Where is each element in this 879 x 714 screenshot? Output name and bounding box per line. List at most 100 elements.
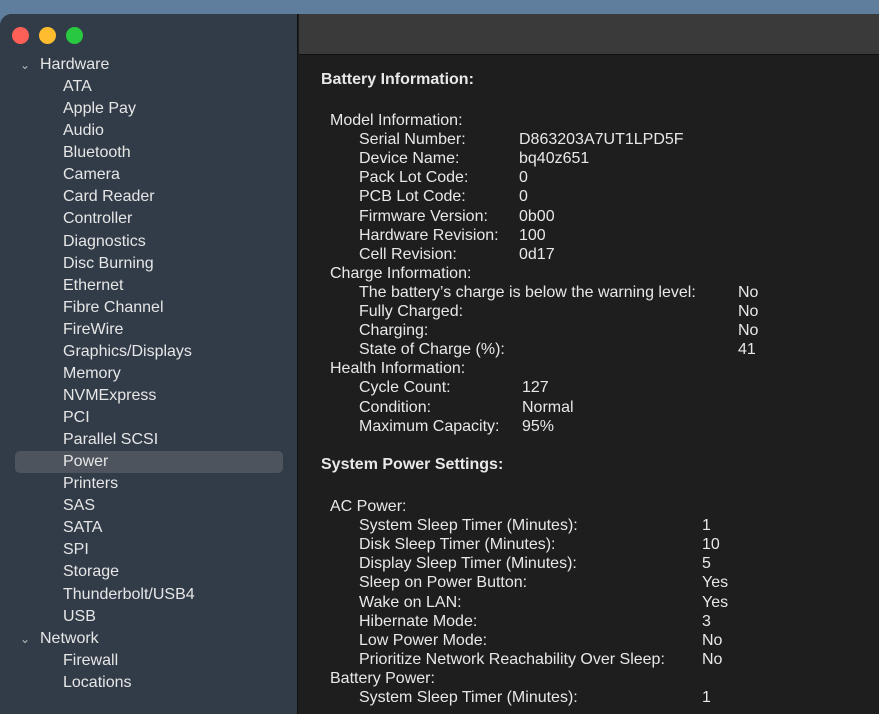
sidebar-item-controller[interactable]: Controller	[0, 208, 298, 230]
sidebar-item-memory[interactable]: Memory	[0, 363, 298, 385]
info-value: 3	[702, 612, 711, 630]
info-key: The battery’s charge is below the warnin…	[359, 283, 696, 301]
minimize-button[interactable]	[39, 27, 56, 44]
sidebar-item-ata[interactable]: ATA	[0, 76, 298, 98]
info-value: No	[738, 322, 759, 340]
info-row: System Sleep Timer (Minutes): 1	[359, 516, 879, 535]
info-value: 100	[519, 226, 546, 244]
sidebar-item-disc-burning[interactable]: Disc Burning	[0, 253, 298, 275]
sidebar-item-firewall[interactable]: Firewall	[0, 650, 298, 672]
info-row: Charging: No	[359, 321, 879, 340]
info-key: Charging:	[359, 322, 429, 340]
info-key: Serial Number:	[359, 131, 466, 149]
close-button[interactable]	[12, 27, 29, 44]
info-row: Cycle Count: 127	[359, 378, 879, 397]
sidebar-item-card-reader[interactable]: Card Reader	[0, 186, 298, 208]
info-row: Hardware Revision: 100	[359, 226, 879, 245]
info-key: Cycle Count:	[359, 379, 451, 397]
sidebar-item-parallel-scsi[interactable]: Parallel SCSI	[0, 429, 298, 451]
battery-information-heading: Battery Information:	[321, 71, 474, 88]
sidebar-item-audio[interactable]: Audio	[0, 120, 298, 142]
info-row: Hibernate Mode: 3	[359, 612, 879, 631]
info-value: 1	[702, 517, 711, 535]
sidebar-item-power[interactable]: Power	[15, 451, 283, 474]
info-key: Fully Charged:	[359, 303, 464, 320]
sidebar-item-usb[interactable]: USB	[0, 606, 298, 628]
info-row: System Sleep Timer (Minutes): 1	[359, 688, 879, 707]
info-key: Wake on LAN:	[359, 593, 462, 611]
info-value: 41	[738, 341, 756, 359]
info-row: Maximum Capacity: 95%	[359, 417, 879, 436]
info-key: Sleep on Power Button:	[359, 574, 528, 592]
sidebar-item-storage[interactable]: Storage	[0, 561, 298, 583]
info-row: Wake on LAN: Yes	[359, 593, 879, 612]
sidebar-item-printers[interactable]: Printers	[0, 473, 298, 495]
sidebar-category-network[interactable]: ⌄ Network	[0, 628, 298, 650]
info-key: System Sleep Timer (Minutes):	[359, 517, 578, 535]
info-key: Device Name:	[359, 150, 460, 168]
info-row: Cell Revision: 0d17	[359, 245, 879, 264]
system-power-settings-heading: System Power Settings:	[321, 456, 504, 473]
sidebar-item-sata[interactable]: SATA	[0, 517, 298, 539]
info-row: Device Name: bq40z651	[359, 149, 879, 168]
sidebar-item-firewire[interactable]: FireWire	[0, 319, 298, 341]
info-value: 95%	[522, 417, 555, 435]
info-value: Normal	[522, 398, 574, 416]
sidebar-item-nvmexpress[interactable]: NVMExpress	[0, 385, 298, 407]
info-row: Serial Number: D863203A7UT1LPD5F	[359, 130, 879, 149]
sidebar-item-pci[interactable]: PCI	[0, 407, 298, 429]
info-row: Prioritize Network Reachability Over Sle…	[359, 650, 879, 669]
sidebar-item-graphics-displays[interactable]: Graphics/Displays	[0, 341, 298, 363]
info-value: Yes	[702, 574, 729, 592]
info-key: Cell Revision:	[359, 245, 457, 263]
sidebar-category-hardware[interactable]: ⌄ Hardware	[0, 54, 298, 76]
info-row: Low Power Mode: No	[359, 631, 879, 650]
info-value: 1	[702, 689, 711, 706]
zoom-button[interactable]	[66, 27, 83, 44]
info-value: bq40z651	[519, 150, 590, 168]
info-value: 10	[702, 536, 720, 554]
sidebar-item-fibre-channel[interactable]: Fibre Channel	[0, 297, 298, 319]
system-information-window: ⌄ Hardware ATA Apple Pay Audio Bluetooth Camer…	[0, 14, 879, 714]
sidebar-item-bluetooth[interactable]: Bluetooth	[0, 142, 298, 164]
info-row: Fully Charged: No	[359, 302, 879, 321]
sidebar-item-thunderbolt-usb4[interactable]: Thunderbolt/USB4	[0, 584, 298, 606]
info-value: 0b00	[519, 207, 555, 225]
info-row: Condition: Normal	[359, 398, 879, 417]
group-label: Health Information:	[330, 360, 466, 378]
info-value: 127	[522, 379, 549, 397]
chevron-down-icon[interactable]: ⌄	[20, 54, 30, 76]
sidebar-item-ethernet[interactable]: Ethernet	[0, 275, 298, 297]
sidebar-item-locations[interactable]: Locations	[0, 672, 298, 694]
info-row: Firmware Version: 0b00	[359, 207, 879, 226]
sidebar-item-camera[interactable]: Camera	[0, 164, 298, 186]
group-label: AC Power:	[330, 498, 407, 515]
info-key: Display Sleep Timer (Minutes):	[359, 555, 577, 573]
detail-pane: Battery Information: Model Information: Se…	[299, 56, 879, 714]
info-value: No	[702, 631, 723, 649]
chevron-down-icon[interactable]: ⌄	[20, 628, 30, 650]
sidebar: ⌄ Hardware ATA Apple Pay Audio Bluetooth Camer…	[0, 14, 298, 714]
info-key: Firmware Version:	[359, 207, 488, 225]
info-row: Disk Sleep Timer (Minutes): 10	[359, 535, 879, 554]
sidebar-item-sas[interactable]: SAS	[0, 495, 298, 517]
group-label: Model Information:	[330, 112, 463, 129]
info-key: Disk Sleep Timer (Minutes):	[359, 536, 556, 554]
info-row: Pack Lot Code: 0	[359, 168, 879, 187]
sidebar-item-diagnostics[interactable]: Diagnostics	[0, 231, 298, 253]
info-value: Yes	[702, 593, 729, 611]
info-key: Prioritize Network Reachability Over Sle…	[359, 650, 665, 668]
info-key: Pack Lot Code:	[359, 169, 469, 187]
sidebar-item-apple-pay[interactable]: Apple Pay	[0, 98, 298, 120]
info-key: Hardware Revision:	[359, 226, 499, 244]
info-row: Display Sleep Timer (Minutes): 5	[359, 554, 879, 573]
info-value: No	[738, 283, 759, 301]
window-controls	[12, 27, 83, 44]
category-label: Network	[40, 629, 99, 647]
info-key: Maximum Capacity:	[359, 417, 500, 435]
sidebar-item-spi[interactable]: SPI	[0, 539, 298, 561]
info-key: PCB Lot Code:	[359, 188, 466, 206]
info-value: 0	[519, 188, 528, 206]
info-row: Sleep on Power Button: Yes	[359, 573, 879, 592]
sidebar-tree: ⌄ Hardware ATA Apple Pay Audio Bluetooth Camer…	[0, 54, 298, 694]
